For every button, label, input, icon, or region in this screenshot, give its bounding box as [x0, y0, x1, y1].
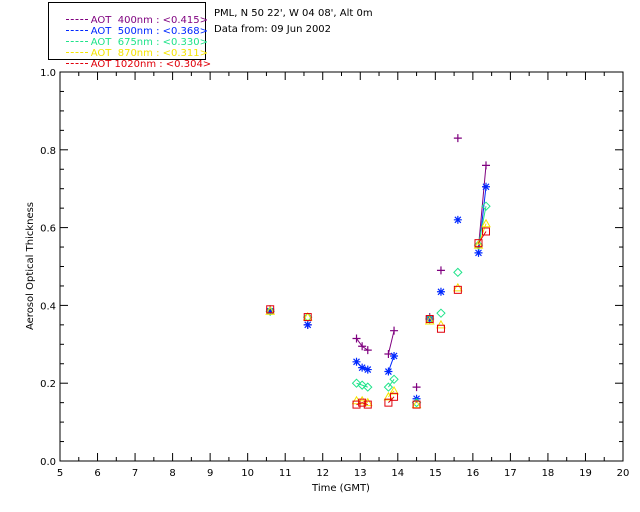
legend-label: AOT 1020nm : <0.304> [90, 59, 212, 70]
site-location: PML, N 50 22', W 04 08', Alt 0m [214, 8, 373, 19]
series-aot-1020nm [266, 227, 491, 409]
x-tick-label: 6 [94, 468, 100, 479]
x-tick-label: 13 [354, 468, 367, 479]
x-tick-label: 14 [391, 468, 404, 479]
data-point [453, 267, 463, 278]
data-point [436, 319, 446, 329]
x-tick-label: 12 [316, 468, 329, 479]
x-tick-label: 19 [579, 468, 592, 479]
legend-item-1020nm: AOT 1020nm : <0.304> [53, 47, 211, 70]
data-point [358, 342, 367, 351]
data-point [482, 161, 491, 170]
data-point [303, 320, 312, 329]
y-tick-label: 0.0 [40, 457, 56, 468]
x-tick-label: 18 [542, 468, 555, 479]
data-point [390, 326, 399, 335]
series-aot-870nm [265, 218, 491, 409]
series-aot-675nm [265, 201, 491, 408]
y-axis-label: Aerosol Optical Thickness [25, 202, 36, 330]
data-point [436, 308, 446, 318]
x-axis-label: Time (GMT) [311, 483, 370, 494]
data-point [390, 351, 399, 360]
site-info: PML, N 50 22', W 04 08', Alt 0m Data fro… [214, 6, 373, 38]
data-point [363, 346, 372, 355]
y-tick-label: 0.2 [40, 379, 56, 390]
data-point [412, 383, 421, 392]
series-line [387, 330, 395, 355]
data-date: Data from: 09 Jun 2002 [214, 24, 332, 35]
data-point [453, 134, 462, 143]
data-point [436, 287, 445, 296]
x-tick-label: 10 [241, 468, 254, 479]
series-aot-500nm [266, 182, 491, 403]
legend: AOT 400nm : <0.415> AOT 500nm : <0.368> … [48, 2, 211, 70]
x-tick-label: 7 [132, 468, 138, 479]
data-point [436, 266, 445, 275]
y-tick-label: 0.8 [40, 146, 56, 157]
data-point [363, 365, 372, 374]
y-tick-label: 0.6 [40, 224, 56, 235]
legend-swatch [65, 62, 88, 64]
x-tick-label: 15 [429, 468, 442, 479]
axes: 5 6 7 8 9 10 11 12 13 14 15 16 17 18 19 20 0.0 0.2 0.4 0.6 0… [40, 68, 629, 479]
series-layer [265, 134, 491, 409]
x-tick-label: 5 [57, 468, 63, 479]
x-tick-label: 11 [279, 468, 292, 479]
x-tick-label: 20 [617, 468, 630, 479]
data-point [384, 350, 393, 359]
aot-chart: 5 6 7 8 9 10 11 12 13 14 15 16 17 18 19 20 0.0 0.2 0.4 0.6 0… [25, 68, 629, 494]
data-point [358, 363, 367, 372]
x-tick-label: 8 [169, 468, 175, 479]
data-point [384, 367, 393, 376]
plot-frame [59, 71, 624, 462]
data-point [452, 282, 463, 292]
series-aot-400nm [266, 134, 491, 392]
data-point [436, 324, 445, 333]
data-point [453, 215, 462, 224]
data-point [352, 334, 361, 343]
data-point [474, 248, 483, 257]
data-point [482, 182, 491, 191]
x-tick-label: 16 [466, 468, 479, 479]
y-tick-label: 0.4 [40, 301, 56, 312]
x-tick-label: 9 [207, 468, 213, 479]
x-tick-label: 17 [504, 468, 517, 479]
